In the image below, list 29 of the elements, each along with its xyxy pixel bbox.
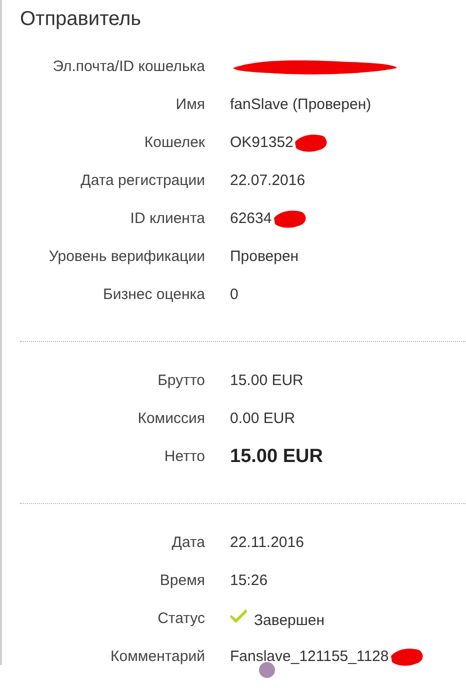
total-amount: 15.00 EUR	[230, 444, 323, 469]
field-value: 22.07.2016	[230, 170, 306, 191]
section-title: Отправитель	[20, 7, 142, 32]
field-value: Проверен	[230, 246, 299, 267]
field-label: Комментарий	[110, 646, 205, 667]
field-value: 15.00 EUR	[230, 370, 304, 391]
field-value: 22.11.2016	[230, 532, 304, 553]
field-label: Кошелек	[143, 132, 205, 153]
field-label: Бизнес оценка	[102, 284, 205, 305]
field-value: Fanslave_121155_1128	[230, 646, 389, 667]
field-label: Уровень верификации	[48, 246, 205, 267]
field-label: ID клиента	[129, 208, 205, 229]
field-label: Эл.почта/ID кошелька	[52, 56, 205, 77]
status-value: Завершен	[254, 610, 325, 631]
field-label: Имя	[174, 94, 205, 115]
field-label: Статус	[156, 608, 205, 629]
field-value: 62634	[230, 208, 272, 229]
field-value: 0	[230, 284, 238, 305]
field-label: Комиссия	[136, 408, 205, 429]
field-value: OK91352	[230, 132, 294, 153]
field-label: Дата регистрации	[80, 170, 205, 191]
field-value: 15:26	[230, 570, 268, 591]
field-label: Нетто	[163, 446, 205, 467]
field-label: Дата	[170, 532, 205, 553]
field-value: fanSlave (Проверен)	[230, 94, 372, 115]
field-label: Время	[158, 570, 205, 591]
checkmark-icon	[230, 608, 248, 624]
field-label: Брутто	[156, 370, 205, 391]
field-value: 0.00 EUR	[230, 408, 296, 429]
